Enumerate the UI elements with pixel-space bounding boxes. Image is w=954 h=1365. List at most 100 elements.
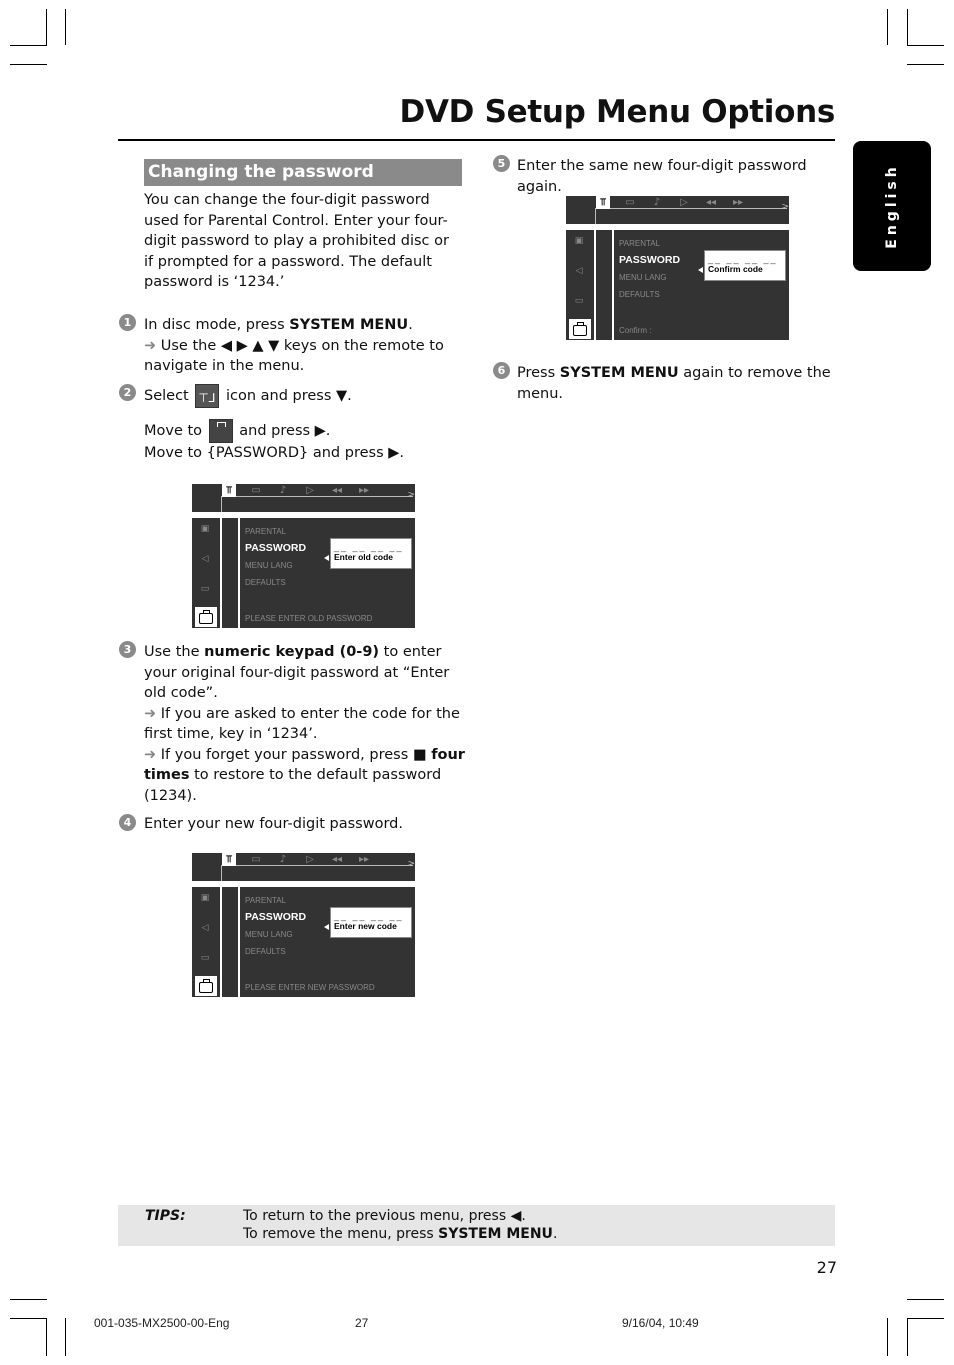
step-note: If you are asked to enter the code for t… xyxy=(144,705,460,743)
briefcase-icon xyxy=(208,419,233,443)
language-label: English xyxy=(884,163,900,249)
title-divider xyxy=(118,139,835,141)
crop-mark xyxy=(46,1318,47,1356)
status-message: PLEASE ENTER OLD PASSWORD xyxy=(245,614,373,623)
tools-icon: ⫪ xyxy=(222,853,236,866)
step-text: In disc mode, press xyxy=(144,317,290,333)
menu-item: DEFAULTS xyxy=(619,290,660,299)
arrow-icon: ➜ xyxy=(144,337,157,354)
menu-item: PARENTAL xyxy=(245,527,287,536)
menu-list: PARENTAL PASSWORD MENU LANG DEFAULTS xyxy=(619,235,680,303)
picture-icon: ▣ xyxy=(574,236,584,246)
code-dashes: __ __ __ __ xyxy=(334,542,404,552)
audio-icon: ♪ xyxy=(653,197,661,208)
crop-mark xyxy=(907,1299,944,1300)
footer-file: 001-035-MX2500-00-Eng xyxy=(94,1316,230,1330)
crop-mark xyxy=(887,1318,888,1356)
step-note: If you forget your password, press ■ xyxy=(160,746,432,763)
preference-briefcase-icon xyxy=(195,607,217,627)
code-popup: __ __ __ __ Enter new code xyxy=(330,907,412,938)
menu-tab-bar: ⫪ ▭ ♪ ▷ ◂◂ ▸▸ > xyxy=(192,853,415,881)
step-number: 1 xyxy=(119,314,136,331)
step-number: 5 xyxy=(493,155,510,172)
pointer-icon xyxy=(324,924,329,930)
play-icon: ▷ xyxy=(680,197,688,208)
menu-item: MENU LANG xyxy=(619,273,667,282)
rewind-icon: ◂◂ xyxy=(331,854,343,865)
subtitle-icon: ▭ xyxy=(251,485,261,496)
menu-item: MENU LANG xyxy=(245,561,293,570)
key-name: SYSTEM MENU xyxy=(289,317,409,333)
forward-icon: ▸▸ xyxy=(358,854,370,865)
crop-mark xyxy=(887,9,888,45)
intro-paragraph: You can change the four-digit password u… xyxy=(144,192,449,290)
language-tab: English xyxy=(853,141,931,271)
menu-list: PARENTAL PASSWORD MENU LANG DEFAULTS xyxy=(245,892,306,960)
picture-icon: ▣ xyxy=(200,893,210,903)
speaker-icon: ◁ xyxy=(201,923,209,933)
step-3: Use the numeric keypad (0-9) to enter yo… xyxy=(144,642,466,806)
arrow-right-icon: > xyxy=(407,859,415,869)
code-dashes: __ __ __ __ xyxy=(708,254,778,264)
menu-item-selected: PASSWORD xyxy=(245,542,307,554)
step-number: 2 xyxy=(119,384,136,401)
preference-briefcase-icon xyxy=(195,976,217,996)
tip-text: To remove the menu, press xyxy=(243,1226,439,1242)
code-dashes: __ __ __ __ xyxy=(334,911,404,921)
preference-briefcase-icon xyxy=(569,319,591,339)
menu-body: ▣ ◁ ▭ PARENTAL PASSWORD MENU LANG DEFAUL… xyxy=(566,230,789,340)
key-name: numeric keypad (0-9) xyxy=(204,644,380,660)
step-text: Select xyxy=(144,388,189,404)
step-text: . xyxy=(408,317,413,333)
speech-icon: ▭ xyxy=(574,296,584,306)
speech-icon: ▭ xyxy=(200,953,210,963)
dvd-menu-screen: ⫪ ▭ ♪ ▷ ◂◂ ▸▸ > ▣ ◁ ▭ PARENTAL PASSWORD … xyxy=(192,484,415,628)
rewind-icon: ◂◂ xyxy=(705,197,717,208)
menu-item-selected: PASSWORD xyxy=(619,254,681,266)
menu-body: ▣ ◁ ▭ PARENTAL PASSWORD MENU LANG DEFAUL… xyxy=(192,887,415,997)
audio-icon: ♪ xyxy=(279,854,287,865)
menu-item: PARENTAL xyxy=(619,239,661,248)
rewind-icon: ◂◂ xyxy=(331,485,343,496)
tip-line: To return to the previous menu, press ◀. xyxy=(243,1208,526,1224)
code-popup: __ __ __ __ Enter old code xyxy=(330,538,412,569)
popup-label: Enter old code xyxy=(334,552,394,562)
step-text: Use the xyxy=(144,644,205,660)
menu-body: ▣ ◁ ▭ PARENTAL PASSWORD MENU LANG DEFAUL… xyxy=(192,518,415,628)
step-text: Move to {PASSWORD} and press ▶. xyxy=(144,445,404,461)
step-note: Use the ◀ ▶ ▲ ▼ keys on the remote to na… xyxy=(144,337,444,375)
step-text: Press xyxy=(517,365,560,381)
subtitle-icon: ▭ xyxy=(625,197,635,208)
page-title: DVD Setup Menu Options xyxy=(399,94,836,130)
play-icon: ▷ xyxy=(306,854,314,865)
arrow-icon: ➜ xyxy=(144,746,157,763)
crop-mark xyxy=(10,45,47,46)
dvd-menu-screen: ⫪ ▭ ♪ ▷ ◂◂ ▸▸ > ▣ ◁ ▭ PARENTAL PASSWORD … xyxy=(192,853,415,997)
arrow-right-icon: > xyxy=(781,202,789,212)
menu-item: PARENTAL xyxy=(245,896,287,905)
status-message: Confirm : xyxy=(619,326,652,335)
step-text: Move to xyxy=(144,423,203,439)
step-number: 4 xyxy=(119,814,136,831)
step-2: Select icon and press ▼. xyxy=(144,384,464,409)
pointer-icon xyxy=(324,555,329,561)
step-number: 6 xyxy=(493,362,510,379)
footer-page: 27 xyxy=(355,1316,369,1330)
menu-list: PARENTAL PASSWORD MENU LANG DEFAULTS xyxy=(245,523,306,591)
menu-tab-bar: ⫪ ▭ ♪ ▷ ◂◂ ▸▸ > xyxy=(566,196,789,224)
menu-item: DEFAULTS xyxy=(245,947,286,956)
step-note: to restore to the default password (1234… xyxy=(144,767,442,804)
step-text: and press ▶. xyxy=(239,423,331,439)
speaker-icon: ◁ xyxy=(201,554,209,564)
popup-label: Enter new code xyxy=(334,921,397,931)
play-icon: ▷ xyxy=(306,485,314,496)
crop-mark xyxy=(10,64,47,65)
tip-line: To remove the menu, press SYSTEM MENU. xyxy=(243,1226,557,1242)
pointer-icon xyxy=(698,267,703,273)
crop-mark xyxy=(65,1318,66,1356)
tools-icon: ⫪ xyxy=(222,484,236,497)
footer-date: 9/16/04, 10:49 xyxy=(622,1316,699,1330)
step-number: 3 xyxy=(119,641,136,658)
speaker-icon: ◁ xyxy=(575,266,583,276)
step-5: Enter the same new four-digit password a… xyxy=(517,158,807,195)
